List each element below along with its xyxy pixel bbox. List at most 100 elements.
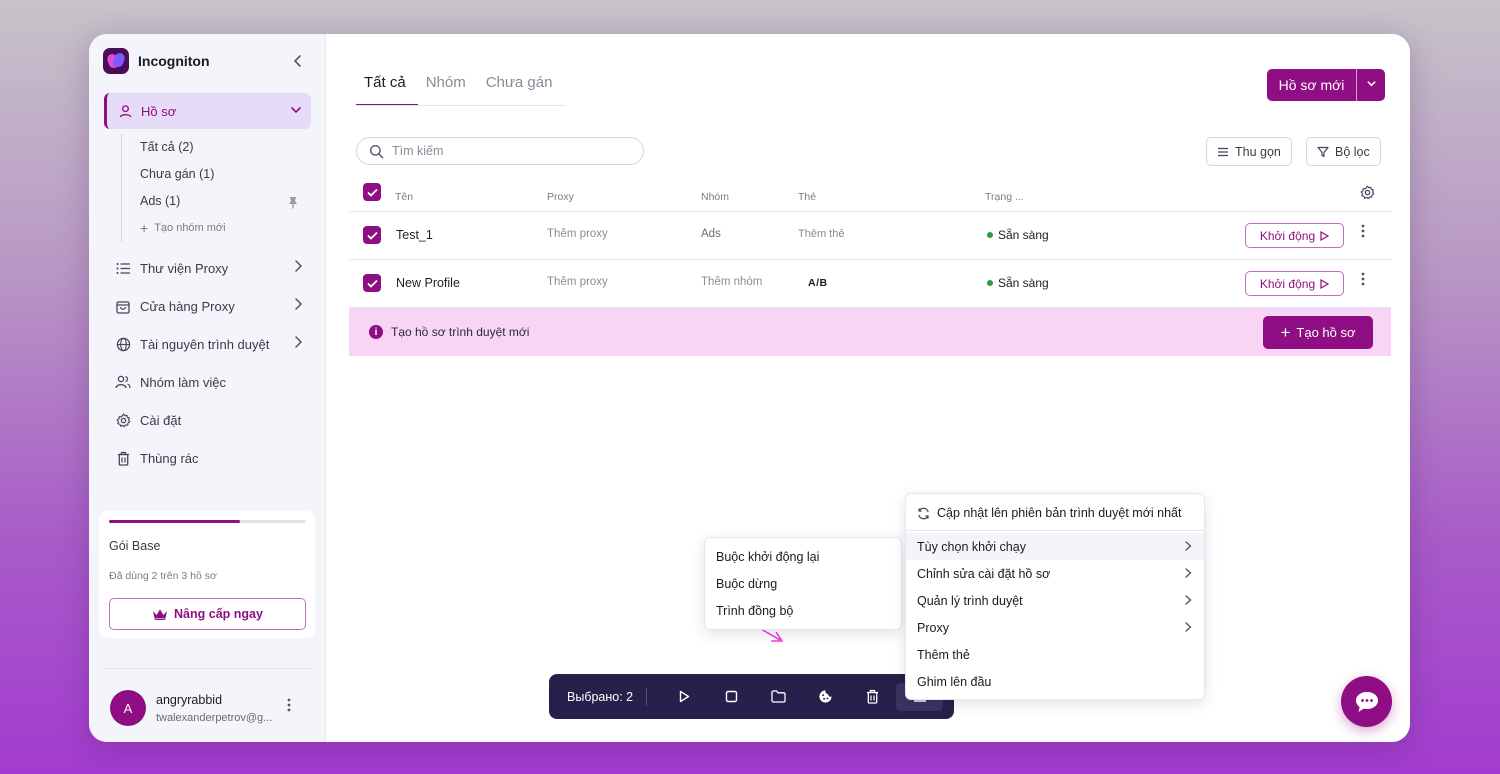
new-group-button[interactable]: + Tạo nhóm mới [140, 221, 226, 235]
add-tag-link[interactable]: Thêm thẻ [798, 228, 844, 240]
profile-name[interactable]: New Profile [396, 276, 460, 290]
incogniton-logo-icon [103, 48, 129, 74]
folder-icon [771, 690, 786, 703]
search-icon [369, 144, 384, 158]
tab-groups[interactable]: Nhóm [418, 74, 478, 106]
menu-lines-icon [1218, 147, 1228, 156]
tab-unassigned[interactable]: Chưa gán [478, 74, 565, 106]
add-proxy-link[interactable]: Thêm proxy [547, 276, 608, 288]
column-header-tags[interactable]: Thẻ [798, 191, 816, 203]
plan-card: Gói Base Đã dùng 2 trên 3 hồ sơ Nâng cấp… [99, 511, 315, 638]
banner-text: Tạo hồ sơ trình duyệt mới [391, 325, 530, 339]
row-checkbox[interactable] [363, 274, 381, 292]
cookie-icon [819, 690, 832, 703]
user-more-icon[interactable] [287, 698, 291, 717]
collapse-sidebar-button[interactable] [289, 52, 307, 70]
menu-item-label: Buộc dừng [716, 576, 778, 591]
menu-item-edit-profile-settings[interactable]: Chỉnh sửa cài đặt hồ sơ [906, 560, 1204, 587]
menu-item-force-stop[interactable]: Buộc dừng [705, 570, 901, 597]
menu-item-label: Proxy [917, 620, 949, 635]
profile-tag[interactable]: A/B [808, 277, 828, 289]
sidebar-item-workspaces[interactable]: Nhóm làm việc [115, 371, 311, 393]
launch-button[interactable]: Khởi động [1245, 271, 1344, 296]
plus-icon: + [1280, 322, 1291, 342]
menu-item-proxy[interactable]: Proxy [906, 614, 1204, 641]
plan-name: Gói Base [109, 539, 161, 553]
row-checkbox[interactable] [363, 226, 381, 244]
check-icon [366, 231, 378, 240]
create-profile-button[interactable]: + Tạo hồ sơ [1263, 316, 1373, 349]
chevron-right-icon [295, 260, 303, 272]
sidebar-item-label: Cửa hàng Proxy [140, 298, 235, 314]
column-header-group[interactable]: Nhóm [701, 191, 729, 203]
column-header-proxy[interactable]: Proxy [547, 191, 574, 203]
profile-name[interactable]: Test_1 [396, 228, 433, 242]
new-profile-dropdown-button[interactable] [1357, 78, 1385, 92]
collapse-button[interactable]: Thu gọn [1206, 137, 1292, 166]
new-profile-split-button: Hồ sơ mới [1267, 69, 1385, 101]
column-settings-gear-icon[interactable] [1360, 185, 1375, 203]
tab-all[interactable]: Tất cả [356, 74, 418, 106]
table-header: Tên Proxy Nhóm Thẻ Trạng ... [349, 179, 1391, 212]
new-profile-button[interactable]: Hồ sơ mới [1267, 77, 1356, 93]
avatar[interactable]: A [110, 690, 146, 726]
sub-item-all[interactable]: Tất cả (2) [140, 140, 194, 154]
crown-icon [153, 609, 168, 620]
bulk-delete-button[interactable] [849, 683, 896, 711]
sidebar-item-browser-resources[interactable]: Tài nguyên trình duyệt [115, 333, 311, 355]
pin-icon[interactable] [287, 196, 299, 212]
filter-icon [1317, 146, 1329, 157]
chevron-right-icon [295, 298, 303, 310]
chat-bubble-icon [1355, 691, 1378, 712]
bulk-stop-button[interactable] [708, 683, 755, 711]
table-row[interactable]: Test_1 Thêm proxy Ads Thêm thẻ Sẵn sàng … [349, 212, 1391, 260]
profile-group[interactable]: Ads [701, 228, 721, 240]
menu-item-label: Cập nhật lên phiên bản trình duyệt mới n… [937, 506, 1182, 520]
column-header-name[interactable]: Tên [395, 191, 413, 203]
sub-item-ads[interactable]: Ads (1) [140, 194, 180, 208]
menu-item-synchronizer[interactable]: Trình đồng bộ [705, 597, 901, 624]
plan-usage-bar [109, 520, 306, 523]
menu-item-pin-to-top[interactable]: Ghim lên đầu [906, 668, 1204, 695]
toolbar-divider [646, 687, 647, 706]
new-group-label: Tạo nhóm mới [154, 222, 226, 234]
launch-button[interactable]: Khởi động [1245, 223, 1344, 248]
table-row[interactable]: New Profile Thêm proxy Thêm nhóm A/B Sẵn… [349, 260, 1391, 308]
menu-item-update-browser[interactable]: Cập nhật lên phiên bản trình duyệt mới n… [906, 498, 1204, 528]
brand[interactable]: Incogniton [103, 48, 210, 74]
select-all-checkbox[interactable] [363, 183, 381, 201]
upgrade-button[interactable]: Nâng cấp ngay [109, 598, 306, 630]
sub-item-unassigned[interactable]: Chưa gán (1) [140, 167, 214, 181]
menu-item-force-restart[interactable]: Buộc khởi động lại [705, 543, 901, 570]
status-badge: Sẵn sàng [987, 228, 1049, 242]
user-name: angryrabbid [156, 693, 223, 707]
menu-item-label: Buộc khởi động lại [716, 549, 820, 564]
plan-usage-fill [109, 520, 241, 523]
sidebar-divider [103, 668, 313, 669]
sidebar-item-trash[interactable]: Thùng rác [115, 447, 311, 469]
menu-item-label: Thêm thẻ [917, 647, 970, 662]
status-dot [987, 280, 993, 286]
sidebar-item-proxy-store[interactable]: Cửa hàng Proxy [115, 295, 311, 317]
row-more-icon[interactable] [1361, 272, 1365, 290]
bulk-move-to-group-button[interactable] [755, 683, 802, 711]
menu-item-launch-options[interactable]: Tùy chọn khởi chạy [906, 533, 1204, 560]
bulk-launch-button[interactable] [661, 683, 708, 711]
chat-support-button[interactable] [1341, 676, 1392, 727]
sidebar-item-proxy-library[interactable]: Thư viện Proxy [115, 257, 311, 279]
add-proxy-link[interactable]: Thêm proxy [547, 228, 608, 240]
app-window: Incogniton Hồ sơ Tất cả (2) Chưa gán (1)… [89, 34, 1410, 742]
bulk-cookies-button[interactable] [802, 683, 849, 711]
sidebar-item-profiles-label: Hồ sơ [141, 103, 177, 119]
column-header-status[interactable]: Trạng ... [985, 191, 1024, 203]
menu-item-add-tag[interactable]: Thêm thẻ [906, 641, 1204, 668]
sidebar-item-settings[interactable]: Cài đặt [115, 409, 311, 431]
sidebar-item-profiles[interactable]: Hồ sơ [104, 93, 311, 129]
filter-button[interactable]: Bộ lọc [1306, 137, 1381, 166]
search-input[interactable] [392, 144, 622, 158]
search-bar [356, 137, 644, 165]
menu-item-manage-browser[interactable]: Quản lý trình duyệt [906, 587, 1204, 614]
add-group-link[interactable]: Thêm nhóm [701, 276, 762, 288]
trash-icon [115, 450, 131, 466]
row-more-icon[interactable] [1361, 224, 1365, 242]
